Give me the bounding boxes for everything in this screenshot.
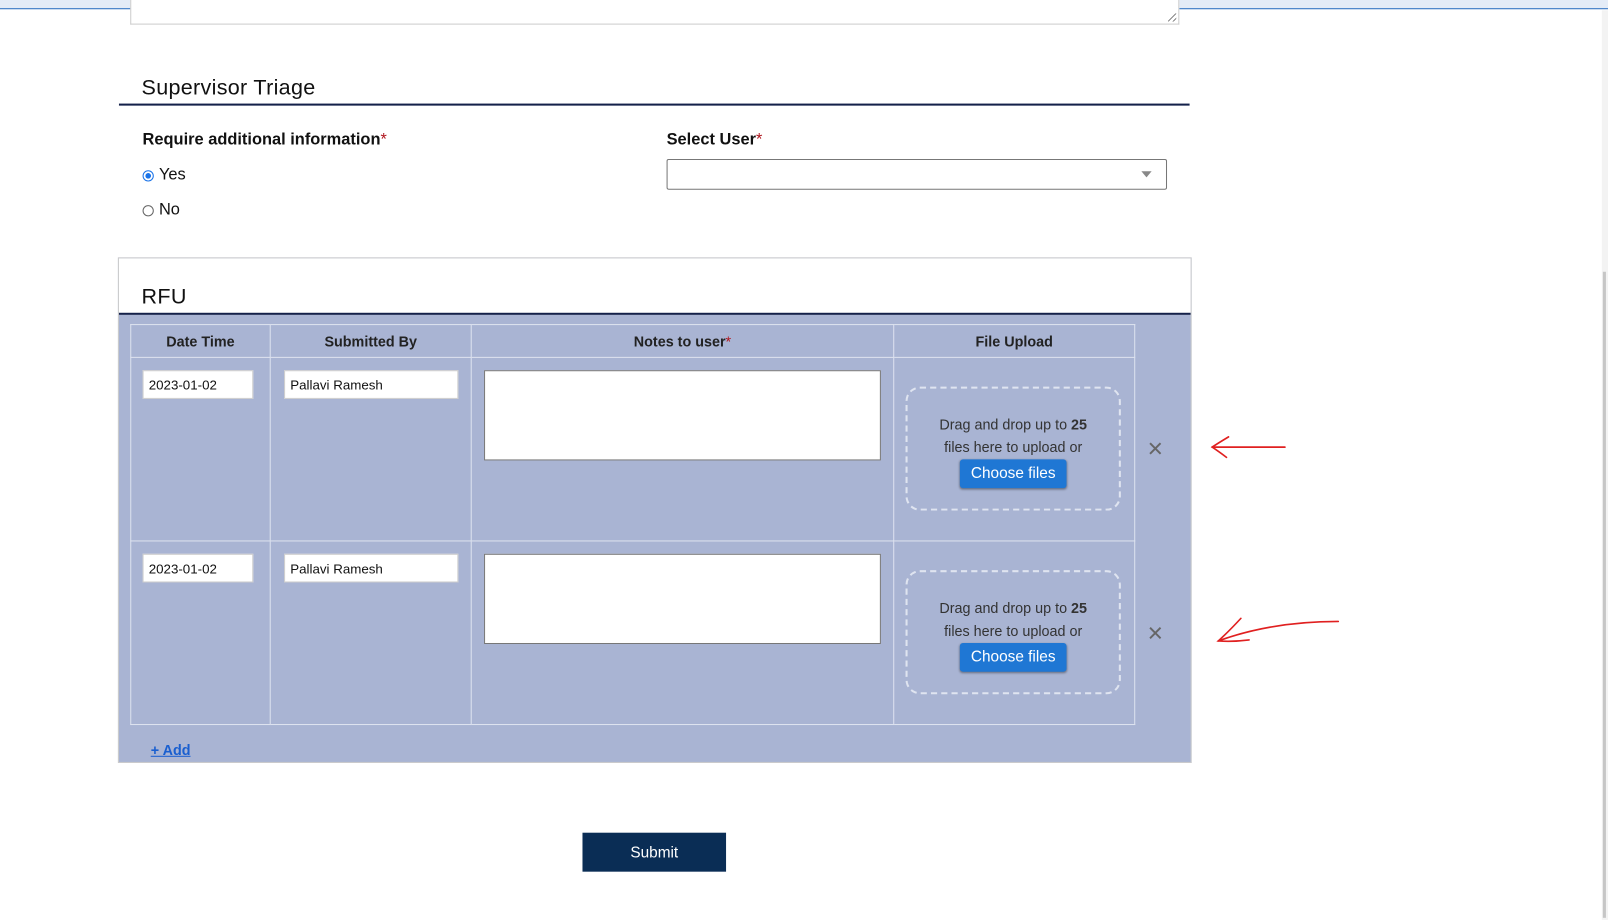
notes-textarea[interactable] xyxy=(484,553,881,645)
rfu-header: RFU xyxy=(118,258,1191,315)
table-row: 2023-01-02 Pallavi Ramesh Drag and drop … xyxy=(130,356,1136,542)
rfu-title: RFU xyxy=(141,285,187,309)
col-notes: Notes to user* xyxy=(470,324,895,358)
close-icon[interactable]: × xyxy=(1148,435,1164,462)
col-submitted-by: Submitted By xyxy=(269,324,472,358)
date-input[interactable]: 2023-01-02 xyxy=(142,553,254,583)
radio-checked-icon[interactable] xyxy=(142,169,154,182)
rfu-table: Date Time Submitted By Notes to user* Fi… xyxy=(130,324,1136,726)
table-header-row: Date Time Submitted By Notes to user* Fi… xyxy=(130,324,1136,358)
section-divider xyxy=(118,103,1190,106)
submitted-by-input[interactable]: Pallavi Ramesh xyxy=(284,370,459,399)
radio-no[interactable]: No xyxy=(142,200,180,219)
file-dropzone[interactable]: Drag and drop up to 25 files here to uplo… xyxy=(905,570,1121,695)
file-dropzone[interactable]: Drag and drop up to 25 files here to uplo… xyxy=(905,386,1121,511)
red-arrow-icon xyxy=(1216,617,1340,643)
select-user-dropdown[interactable] xyxy=(666,158,1168,190)
col-date-time: Date Time xyxy=(130,324,271,358)
radio-yes[interactable]: Yes xyxy=(142,166,186,184)
scrollbar-thumb[interactable] xyxy=(1602,271,1606,918)
resize-grip-icon[interactable] xyxy=(1168,13,1177,22)
section-title: Supervisor Triage xyxy=(141,75,316,100)
rfu-panel: RFU Date Time Submitted By Notes to user… xyxy=(117,257,1192,763)
require-info-label: Require additional information* xyxy=(142,131,387,149)
choose-files-button[interactable]: Choose files xyxy=(959,459,1067,489)
chevron-down-icon xyxy=(1141,171,1152,178)
red-arrow-icon xyxy=(1210,436,1286,459)
table-row: 2023-01-02 Pallavi Ramesh Drag and drop … xyxy=(130,540,1136,726)
previous-textarea[interactable] xyxy=(130,0,1180,25)
radio-yes-label: Yes xyxy=(158,166,186,184)
radio-no-label: No xyxy=(158,200,180,219)
select-user-label: Select User* xyxy=(666,131,763,149)
choose-files-button[interactable]: Choose files xyxy=(959,642,1067,672)
radio-unchecked-icon[interactable] xyxy=(142,204,154,216)
add-row-link[interactable]: + Add xyxy=(151,741,191,757)
col-file-upload: File Upload xyxy=(893,324,1136,358)
submit-button[interactable]: Submit xyxy=(582,832,727,872)
close-icon[interactable]: × xyxy=(1148,619,1164,646)
submitted-by-input[interactable]: Pallavi Ramesh xyxy=(284,553,459,583)
annotation-arrows xyxy=(1210,436,1340,643)
notes-textarea[interactable] xyxy=(484,370,881,461)
date-input[interactable]: 2023-01-02 xyxy=(142,370,254,399)
